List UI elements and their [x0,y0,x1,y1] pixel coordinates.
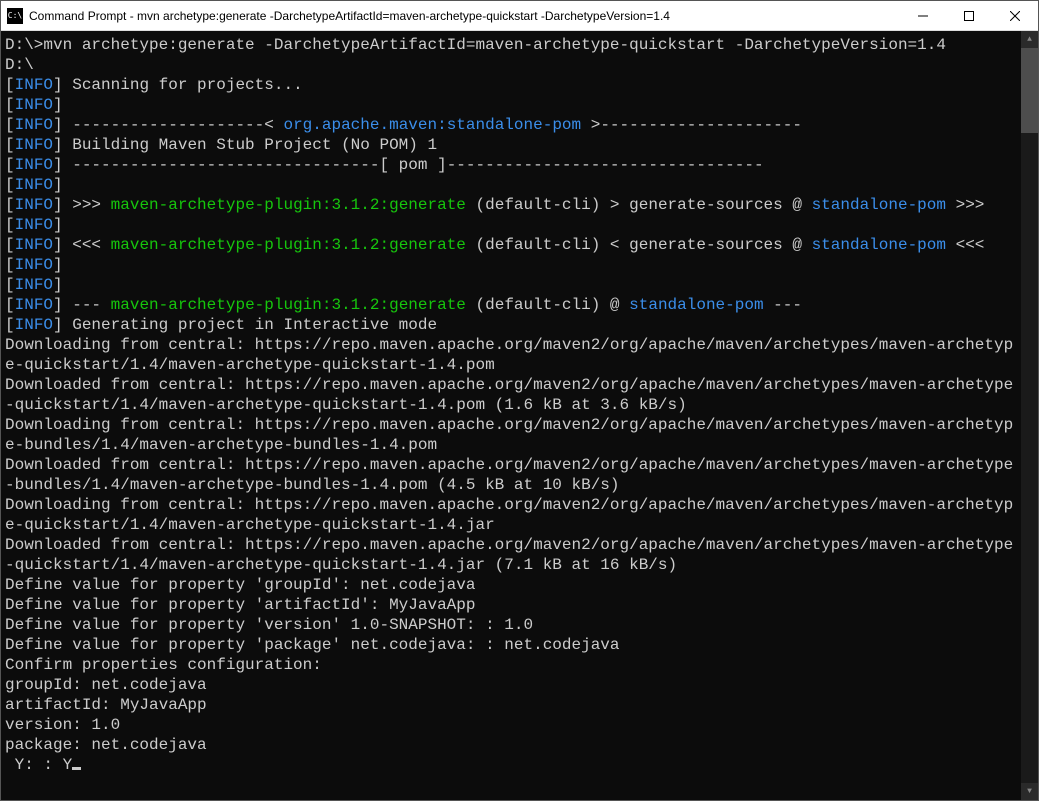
minimize-button[interactable] [900,1,946,30]
close-button[interactable] [992,1,1038,30]
maximize-button[interactable] [946,1,992,30]
terminal-wrap: D:\>mvn archetype:generate -DarchetypeAr… [1,31,1038,800]
window-controls [900,1,1038,30]
scroll-down-icon[interactable]: ▼ [1021,783,1038,800]
scroll-up-icon[interactable]: ▲ [1021,31,1038,48]
window-title: Command Prompt - mvn archetype:generate … [29,9,900,23]
terminal-output[interactable]: D:\>mvn archetype:generate -DarchetypeAr… [1,31,1021,800]
vertical-scrollbar[interactable]: ▲ ▼ [1021,31,1038,800]
cmd-icon: C:\ [7,8,23,24]
titlebar[interactable]: C:\ Command Prompt - mvn archetype:gener… [1,1,1038,31]
command-prompt-window: C:\ Command Prompt - mvn archetype:gener… [0,0,1039,801]
scroll-thumb[interactable] [1021,48,1038,133]
